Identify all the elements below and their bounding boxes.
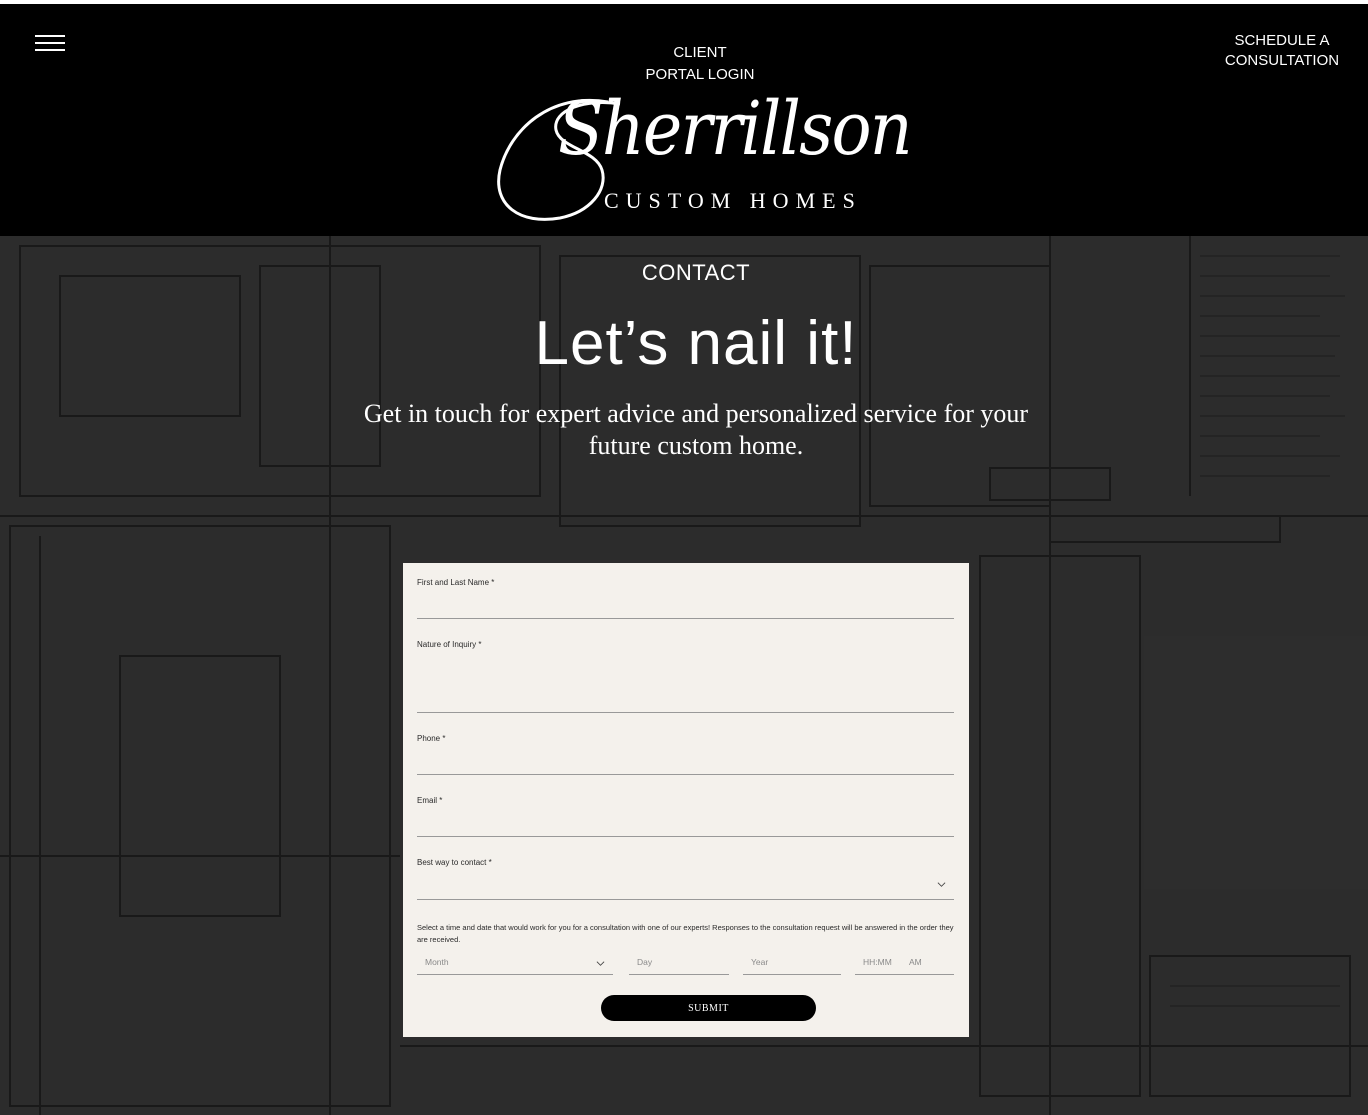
logo-wordmark: Sherrillson xyxy=(558,86,913,172)
phone-input[interactable] xyxy=(417,748,954,772)
email-field[interactable]: Email * xyxy=(417,796,954,838)
email-label: Email * xyxy=(417,796,443,805)
phone-label: Phone * xyxy=(417,734,446,743)
site-header: CLIENT PORTAL LOGIN SCHEDULE A CONSULTAT… xyxy=(0,4,1368,236)
ampm-toggle[interactable]: AM xyxy=(909,957,922,967)
month-placeholder: Month xyxy=(425,957,449,967)
day-placeholder: Day xyxy=(637,957,653,967)
inquiry-label: Nature of Inquiry * xyxy=(417,640,482,649)
time-placeholder: HH:MM xyxy=(863,957,892,967)
inquiry-field[interactable]: Nature of Inquiry * xyxy=(417,640,954,714)
best-contact-underline xyxy=(417,899,954,900)
name-underline xyxy=(417,618,954,619)
submit-button[interactable]: SUBMIT xyxy=(601,995,816,1021)
client-portal-login-link[interactable]: CLIENT PORTAL LOGIN xyxy=(620,42,780,86)
year-placeholder: Year xyxy=(751,957,769,967)
consultation-note: Select a time and date that would work f… xyxy=(417,923,954,944)
hamburger-menu-icon[interactable] xyxy=(35,33,65,55)
chevron-down-icon xyxy=(937,882,946,887)
contact-hero: CONTACT Let’s nail it! Get in touch for … xyxy=(0,236,1368,1115)
chevron-down-icon xyxy=(596,961,605,966)
phone-field[interactable]: Phone * xyxy=(417,734,954,776)
best-contact-label: Best way to contact * xyxy=(417,858,492,867)
phone-underline xyxy=(417,774,954,775)
contact-form: First and Last Name * Nature of Inquiry … xyxy=(403,563,969,1037)
email-underline xyxy=(417,836,954,837)
name-field[interactable]: First and Last Name * xyxy=(417,578,954,620)
month-select[interactable]: Month xyxy=(417,951,613,975)
year-input[interactable]: Year xyxy=(743,951,841,975)
best-contact-select[interactable]: Best way to contact * xyxy=(417,858,954,900)
section-label: CONTACT xyxy=(641,260,751,285)
name-input[interactable] xyxy=(417,592,954,616)
name-label: First and Last Name * xyxy=(417,578,495,587)
schedule-consultation-link[interactable]: SCHEDULE A CONSULTATION xyxy=(1196,31,1368,71)
logo-tagline: CUSTOM HOMES xyxy=(604,188,862,213)
page-subtitle: Get in touch for expert advice and perso… xyxy=(363,399,1029,460)
page-title: Let’s nail it! xyxy=(534,309,858,378)
email-input[interactable] xyxy=(417,810,954,834)
day-input[interactable]: Day xyxy=(629,951,729,975)
time-input[interactable]: HH:MM AM xyxy=(855,951,954,975)
inquiry-textarea[interactable] xyxy=(417,654,954,710)
logo[interactable]: Sherrillson CUSTOM HOMES xyxy=(490,86,913,230)
inquiry-underline xyxy=(417,712,954,713)
date-time-row: Month Day Year HH:MM AM xyxy=(417,951,954,975)
